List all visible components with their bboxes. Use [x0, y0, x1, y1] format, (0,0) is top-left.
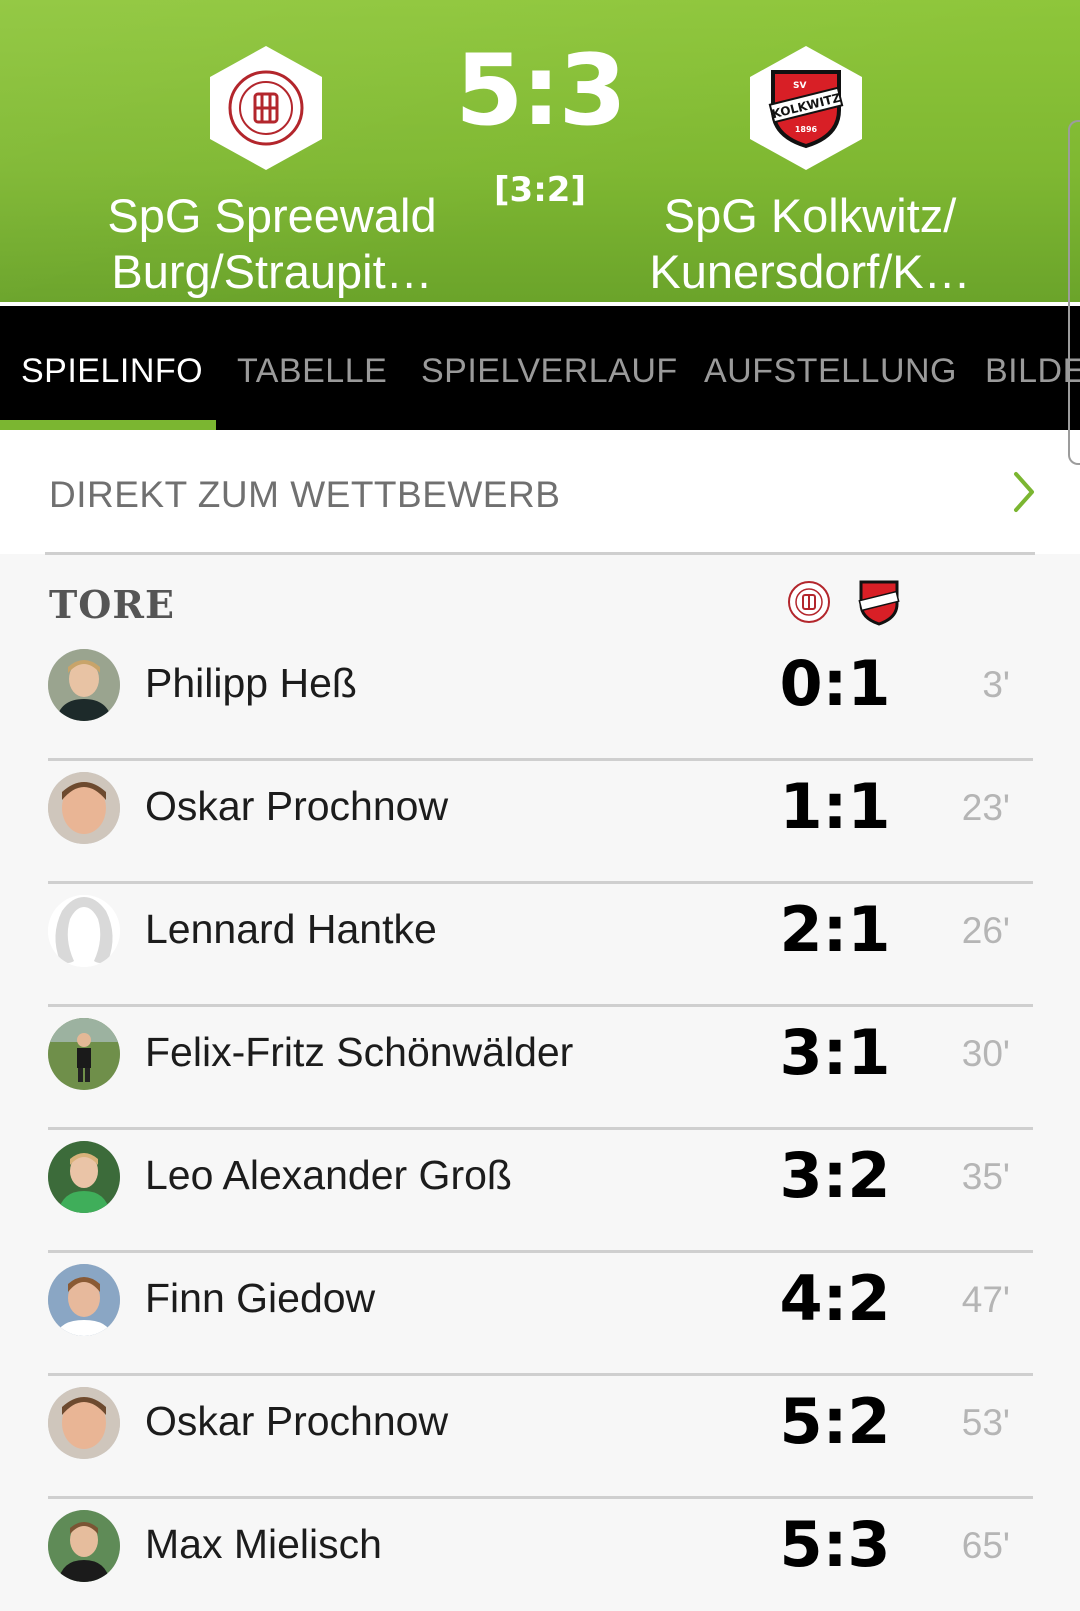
scorer-name: Felix-Fritz Schönwälder	[145, 1029, 574, 1075]
goal-row[interactable]: Oskar Prochnow 5:2 53'	[0, 1376, 1080, 1499]
player-avatar	[48, 1510, 120, 1582]
player-avatar	[48, 1264, 120, 1336]
home-team-logo[interactable]	[210, 46, 322, 170]
tab-spielverlauf[interactable]: SPIELVERLAUF	[421, 352, 678, 391]
goal-minute: 3'	[982, 664, 1010, 705]
goal-row[interactable]: Finn Giedow 4:2 47'	[0, 1253, 1080, 1376]
goal-score: 0:1	[779, 647, 891, 720]
svg-text:SV: SV	[793, 81, 806, 91]
scorer-name: Philipp Heß	[145, 660, 357, 706]
goal-minute: 26'	[961, 910, 1010, 951]
match-header: 5:3 [3:2] KOLKWITZ SV 1896 SpG Spreewald…	[0, 0, 1080, 306]
scorer-name: Lennard Hantke	[145, 906, 437, 952]
goal-list: Philipp Heß 0:1 3' Oskar Prochnow 1:1 23…	[0, 638, 1080, 1611]
competition-link-label: DIREKT ZUM WETTBEWERB	[49, 474, 561, 515]
tab-spielinfo[interactable]: SPIELINFO	[21, 352, 203, 391]
goal-score: 4:2	[779, 1262, 891, 1335]
goal-score: 3:1	[779, 1016, 891, 1089]
tab-bar: SPIELINFO TABELLE SPIELVERLAUF AUFSTELLU…	[0, 306, 1080, 430]
sv-werben-crest-icon	[228, 70, 304, 146]
active-tab-indicator	[0, 420, 216, 430]
goal-row[interactable]: Max Mielisch 5:3 65'	[0, 1499, 1080, 1611]
scorer-name: Oskar Prochnow	[145, 783, 449, 829]
home-team-name-line1: SpG Spreewald	[107, 189, 437, 242]
goal-minute: 65'	[961, 1525, 1010, 1566]
sv-kolkwitz-crest-icon: KOLKWITZ SV 1896	[768, 70, 844, 149]
player-avatar-placeholder	[48, 895, 120, 967]
goal-minute: 53'	[961, 1402, 1010, 1443]
scrollbar[interactable]	[1068, 120, 1080, 465]
scorer-name: Finn Giedow	[145, 1275, 376, 1321]
player-avatar	[48, 1387, 120, 1459]
goal-score: 1:1	[779, 770, 891, 843]
player-avatar	[48, 772, 120, 844]
final-score: 5:3	[455, 34, 627, 148]
player-avatar	[48, 1141, 120, 1213]
away-team-mini-logo-icon	[858, 580, 900, 626]
away-team-logo[interactable]: KOLKWITZ SV 1896	[750, 46, 862, 170]
goals-section: TORE Philipp Heß 0:1 3' Oskar Prochnow 1…	[0, 556, 1080, 1611]
halftime-score: [3:2]	[494, 170, 586, 210]
divider	[45, 552, 1035, 555]
goal-row[interactable]: Felix-Fritz Schönwälder 3:1 30'	[0, 1007, 1080, 1130]
goal-minute: 23'	[961, 787, 1010, 828]
scorer-name: Leo Alexander Groß	[145, 1152, 512, 1198]
goal-score: 3:2	[779, 1139, 891, 1212]
goal-minute: 47'	[961, 1279, 1010, 1320]
section-title: TORE	[49, 582, 175, 627]
scorer-name: Max Mielisch	[145, 1521, 382, 1567]
away-team-name[interactable]: SpG Kolkwitz/ Kunersdorf/K…	[620, 188, 1000, 300]
tab-bilder[interactable]: BILDE	[985, 352, 1080, 391]
goal-minute: 30'	[961, 1033, 1010, 1074]
competition-link[interactable]: DIREKT ZUM WETTBEWERB	[0, 430, 1080, 554]
player-avatar	[48, 1018, 120, 1090]
chevron-right-icon	[1014, 472, 1034, 512]
goal-score: 2:1	[779, 893, 891, 966]
player-avatar	[48, 649, 120, 721]
scorer-name: Oskar Prochnow	[145, 1398, 449, 1444]
goal-row[interactable]: Lennard Hantke 2:1 26'	[0, 884, 1080, 1007]
goal-score: 5:2	[779, 1385, 891, 1458]
goal-row[interactable]: Oskar Prochnow 1:1 23'	[0, 761, 1080, 884]
home-team-mini-logo-icon	[788, 581, 830, 623]
tab-aufstellung[interactable]: AUFSTELLUNG	[704, 352, 957, 391]
home-team-name-line2: Burg/Straupit…	[111, 245, 433, 298]
tab-tabelle[interactable]: TABELLE	[237, 352, 387, 391]
goal-minute: 35'	[961, 1156, 1010, 1197]
goal-row[interactable]: Leo Alexander Groß 3:2 35'	[0, 1130, 1080, 1253]
away-team-name-line2: Kunersdorf/K…	[649, 245, 971, 298]
away-team-name-line1: SpG Kolkwitz/	[663, 189, 957, 242]
goal-row[interactable]: Philipp Heß 0:1 3'	[0, 638, 1080, 761]
svg-text:1896: 1896	[795, 125, 818, 134]
home-team-name[interactable]: SpG Spreewald Burg/Straupit…	[82, 188, 462, 300]
goal-score: 5:3	[779, 1508, 891, 1581]
